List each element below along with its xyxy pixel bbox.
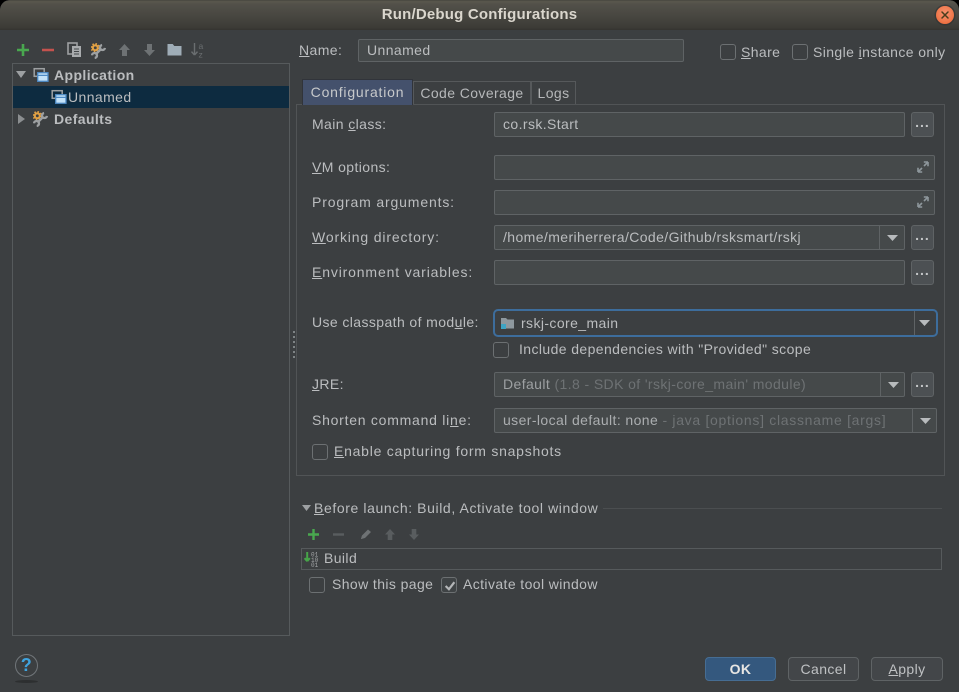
- svg-text:z: z: [199, 50, 204, 59]
- svg-text:01: 01: [311, 562, 319, 567]
